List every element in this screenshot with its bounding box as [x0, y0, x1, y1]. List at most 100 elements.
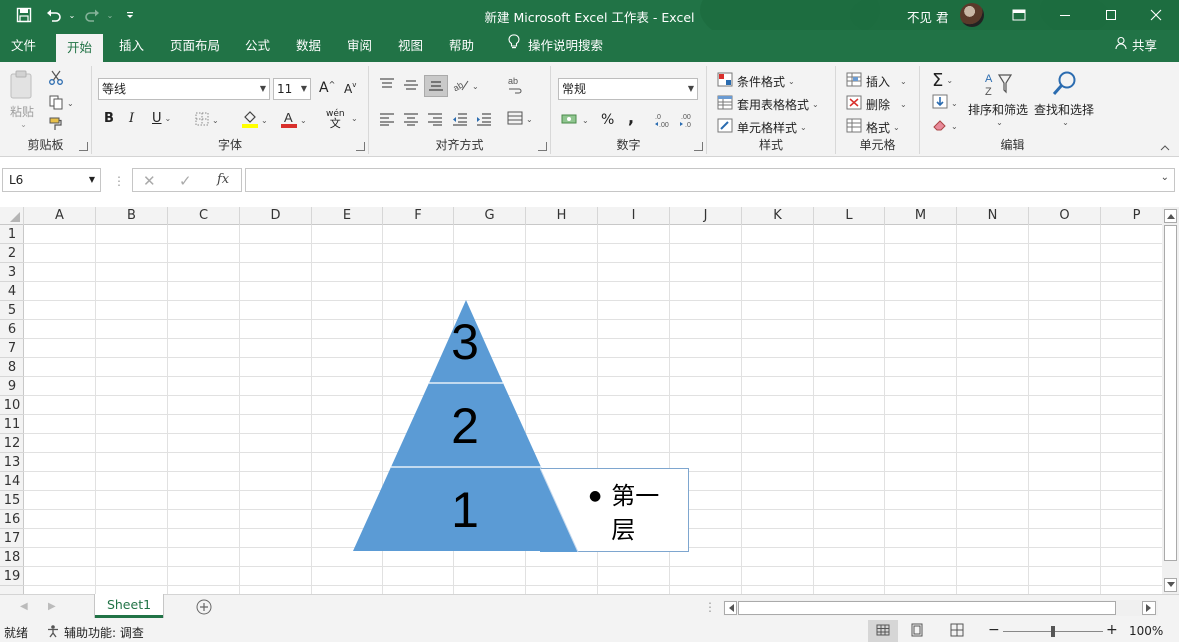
tab-insert[interactable]: 插入: [108, 30, 155, 62]
format-cells-button[interactable]: 格式 ⌄: [846, 118, 900, 136]
format-as-table-button[interactable]: 套用表格格式 ⌄: [717, 95, 819, 113]
font-size-select[interactable]: 11 ▼: [273, 78, 311, 100]
zoom-level[interactable]: 100%: [1129, 624, 1163, 638]
decrease-indent-button[interactable]: [452, 112, 468, 129]
underline-button[interactable]: U ⌄: [152, 111, 171, 126]
fill-button[interactable]: ⌄: [932, 94, 958, 112]
tab-formulas[interactable]: 公式: [234, 30, 281, 62]
insert-cells-button[interactable]: 插入 ⌄: [846, 72, 907, 90]
fill-down-icon: [932, 94, 948, 112]
bold-button[interactable]: B: [104, 111, 114, 126]
orientation-icon: ab: [451, 78, 469, 95]
middle-align-button[interactable]: [403, 78, 419, 95]
close-icon[interactable]: [1133, 0, 1179, 30]
copy-button[interactable]: ⌄: [48, 94, 74, 113]
number-format-select[interactable]: 常规 ▼: [558, 78, 698, 100]
find-select-button[interactable]: 查找和选择 ⌄: [1034, 70, 1094, 127]
tab-help[interactable]: 帮助: [438, 30, 485, 62]
percent-button[interactable]: %: [601, 112, 614, 128]
minimize-icon[interactable]: [1042, 0, 1088, 30]
orientation-button[interactable]: ab ⌄: [451, 78, 478, 95]
delete-cells-icon: [846, 95, 862, 113]
increase-decimal-button[interactable]: .0.00: [654, 112, 672, 131]
format-painter-button[interactable]: [48, 116, 64, 135]
vertical-scrollbar[interactable]: [1162, 207, 1179, 594]
tab-split-grip-icon[interactable]: ⋮: [704, 600, 716, 614]
align-right-button[interactable]: [427, 112, 443, 129]
font-color-button[interactable]: A ⌄: [281, 110, 307, 131]
top-align-button[interactable]: [379, 78, 395, 95]
wrap-text-button[interactable]: ab: [507, 76, 523, 97]
cell-styles-button[interactable]: 单元格样式 ⌄: [717, 118, 807, 136]
ribbon-display-icon[interactable]: [996, 0, 1042, 30]
conditional-formatting-button[interactable]: 条件格式 ⌄: [717, 72, 795, 90]
scroll-up-icon[interactable]: [1164, 209, 1177, 223]
name-box[interactable]: L6 ▼: [2, 168, 101, 192]
clear-button[interactable]: ⌄: [932, 118, 958, 135]
accounting-format-button[interactable]: ⌄: [561, 112, 589, 129]
zoom-slider-thumb[interactable]: [1051, 626, 1055, 637]
svg-text:Z: Z: [985, 86, 992, 98]
borders-button[interactable]: ⌄: [195, 112, 219, 129]
enter-icon[interactable]: ✓: [179, 172, 192, 190]
tab-page-layout[interactable]: 页面布局: [159, 30, 231, 62]
sheet-tab-sheet1[interactable]: Sheet1: [95, 594, 163, 618]
horizontal-scrollbar[interactable]: [723, 600, 1158, 616]
formula-input[interactable]: ⌄: [245, 168, 1175, 192]
fill-color-button[interactable]: ⌄: [242, 110, 268, 131]
page-layout-view-button[interactable]: [910, 623, 924, 640]
next-sheet-icon[interactable]: ▶: [48, 601, 56, 612]
worksheet-grid[interactable]: ABCDEFGHIJKLMNOP 1 2 3 4 5 6 7 8 9 10 11 12 13 14 15 16…: [0, 207, 1162, 594]
collapse-ribbon-icon[interactable]: [1160, 144, 1170, 152]
clipboard-launcher-icon[interactable]: [79, 142, 88, 151]
cut-button[interactable]: [48, 70, 64, 89]
insert-function-icon[interactable]: fx: [217, 172, 229, 187]
accessibility-checker[interactable]: 辅助功能: 调查: [46, 624, 144, 641]
shrink-font-button[interactable]: Av: [344, 81, 356, 96]
font-launcher-icon[interactable]: [356, 142, 365, 151]
page-break-view-button[interactable]: [950, 623, 964, 640]
tell-me-search[interactable]: 操作说明搜索: [497, 30, 614, 62]
comma-button[interactable]: ,: [628, 108, 634, 127]
smartart-text-box[interactable]: ● 第一层: [540, 468, 689, 553]
prev-sheet-icon[interactable]: ◀: [20, 601, 28, 612]
delete-cells-button[interactable]: 删除 ⌄: [846, 95, 907, 113]
sort-filter-button[interactable]: AZ 排序和筛选 ⌄: [968, 70, 1028, 127]
user-name[interactable]: 不见 君: [907, 7, 948, 26]
bottom-align-button[interactable]: [424, 75, 448, 97]
horizontal-scroll-thumb[interactable]: [738, 601, 1116, 615]
merge-center-button[interactable]: ⌄: [507, 111, 533, 128]
formula-buttons: ✕ ✓ fx: [132, 168, 242, 192]
increase-indent-icon: [476, 112, 492, 129]
align-center-button[interactable]: [403, 112, 419, 129]
avatar[interactable]: [960, 3, 984, 27]
alignment-launcher-icon[interactable]: [538, 142, 547, 151]
zoom-out-icon[interactable]: −: [988, 622, 1000, 638]
normal-view-button[interactable]: [868, 620, 898, 642]
italic-button[interactable]: I: [129, 111, 134, 126]
autosum-button[interactable]: Σ ⌄: [932, 70, 953, 91]
cancel-icon[interactable]: ✕: [143, 172, 156, 190]
font-name-select[interactable]: 等线 ▼: [98, 78, 270, 100]
grow-font-button[interactable]: A ^: [319, 80, 335, 97]
increase-indent-button[interactable]: [476, 112, 492, 129]
scroll-left-icon[interactable]: [724, 601, 737, 615]
tab-review[interactable]: 审阅: [336, 30, 383, 62]
maximize-icon[interactable]: [1088, 0, 1134, 30]
add-sheet-icon[interactable]: [196, 599, 212, 615]
phonetic-button[interactable]: wén 文: [326, 110, 345, 130]
vertical-scroll-thumb[interactable]: [1164, 225, 1177, 561]
tab-data[interactable]: 数据: [285, 30, 332, 62]
scroll-right-icon[interactable]: [1142, 601, 1156, 615]
tab-home[interactable]: 开始: [56, 34, 104, 62]
number-launcher-icon[interactable]: [694, 142, 703, 151]
align-left-button[interactable]: [379, 112, 395, 129]
tab-view[interactable]: 视图: [387, 30, 434, 62]
zoom-in-icon[interactable]: +: [1106, 622, 1118, 638]
scroll-down-icon[interactable]: [1164, 578, 1177, 592]
tab-file[interactable]: 文件: [0, 30, 47, 62]
decrease-decimal-button[interactable]: .00.0: [678, 112, 696, 131]
paste-button[interactable]: 粘贴 ⌄: [8, 70, 36, 129]
share-button[interactable]: 共享: [1115, 30, 1157, 62]
expand-formula-icon[interactable]: ⌄: [1161, 172, 1169, 183]
